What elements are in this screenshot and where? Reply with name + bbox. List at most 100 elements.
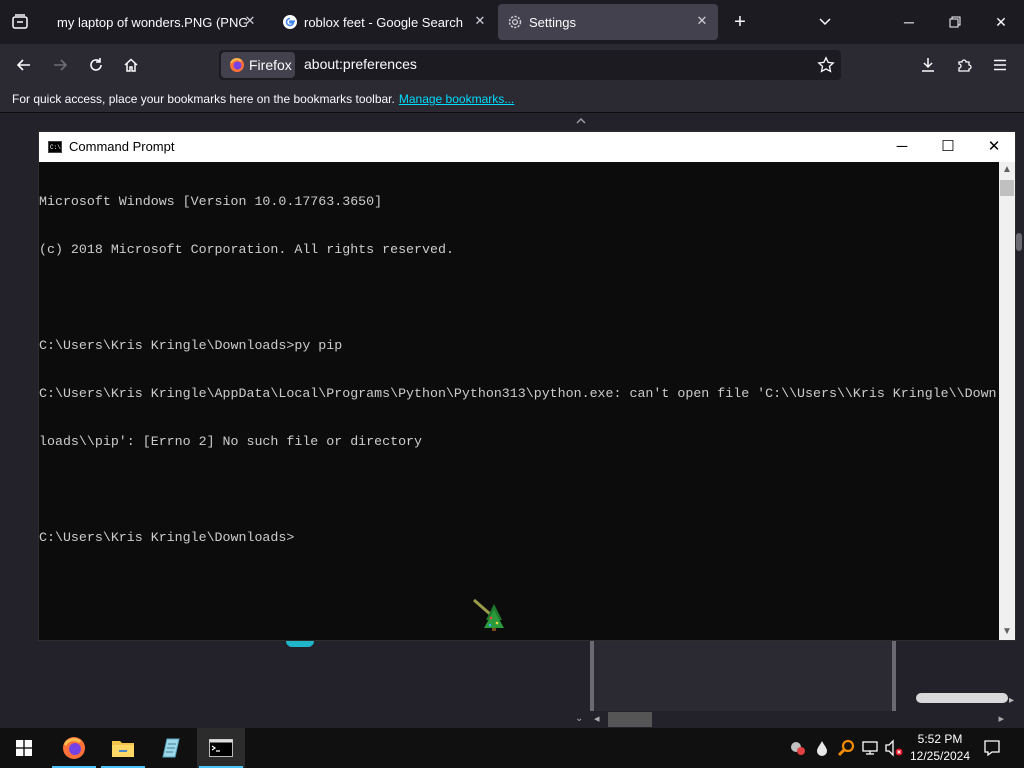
puzzle-icon bbox=[958, 59, 972, 72]
background-scroll-arrow-right[interactable]: ▸ bbox=[1009, 695, 1014, 706]
tab-settings[interactable]: Settings ✕ bbox=[498, 4, 718, 40]
tab-label: my laptop of wonders.PNG (PNG Im bbox=[57, 14, 247, 30]
firefox-logo-icon bbox=[230, 58, 244, 72]
arrow-left-icon bbox=[16, 59, 30, 71]
firefox-logo-icon bbox=[63, 737, 85, 759]
clock-time: 5:52 PM bbox=[917, 732, 963, 746]
start-button[interactable] bbox=[0, 728, 48, 768]
cmd-close-button[interactable]: ✕ bbox=[971, 132, 1017, 162]
tray-tools-icon[interactable] bbox=[788, 738, 808, 758]
close-icon[interactable]: ✕ bbox=[472, 13, 488, 29]
back-button[interactable] bbox=[10, 51, 38, 79]
chevron-down-icon bbox=[819, 18, 831, 26]
tray-drop-icon[interactable] bbox=[812, 738, 832, 758]
cmd-icon bbox=[209, 739, 233, 757]
background-teal-shape bbox=[286, 641, 314, 647]
url-text[interactable]: about:preferences bbox=[304, 56, 417, 72]
console-line: (c) 2018 Microsoft Corporation. All righ… bbox=[39, 242, 454, 257]
water-drop-icon bbox=[817, 741, 827, 756]
gear-icon bbox=[508, 15, 522, 29]
notepad-icon bbox=[162, 738, 180, 758]
firefox-view-icon bbox=[12, 14, 28, 29]
tray-network-icon[interactable] bbox=[860, 738, 880, 758]
tray-volume-icon[interactable] bbox=[884, 738, 904, 758]
menu-button[interactable] bbox=[986, 51, 1014, 79]
volume-muted-icon bbox=[885, 739, 903, 757]
taskbar-command-prompt[interactable] bbox=[197, 728, 245, 768]
bookmarks-message-text: For quick access, place your bookmarks h… bbox=[12, 92, 395, 106]
identity-label: Firefox bbox=[249, 57, 292, 73]
extensions-button[interactable] bbox=[950, 51, 978, 79]
cmd-minimize-button[interactable]: ─ bbox=[879, 132, 925, 162]
hamburger-icon bbox=[994, 59, 1006, 71]
cmd-maximize-button[interactable]: ☐ bbox=[925, 132, 971, 162]
taskbar-notepad[interactable] bbox=[148, 728, 196, 768]
home-button[interactable] bbox=[117, 51, 145, 79]
bookmarks-message: For quick access, place your bookmarks h… bbox=[12, 92, 514, 106]
clock-date: 12/25/2024 bbox=[909, 749, 971, 763]
console-prompt-line[interactable]: C:\Users\Kris Kringle\Downloads> bbox=[39, 530, 1001, 546]
notification-icon bbox=[984, 740, 1000, 757]
scroll-down-indicator: ⌄ bbox=[575, 713, 584, 724]
bookmarks-toolbar: For quick access, place your bookmarks h… bbox=[0, 86, 1024, 113]
tab-image[interactable]: my laptop of wonders.PNG (PNG Im ✕ bbox=[44, 4, 266, 40]
minimize-button[interactable]: ─ bbox=[886, 0, 932, 44]
google-icon bbox=[283, 15, 297, 29]
horizontal-scrollbar[interactable]: ◂ ▸ bbox=[590, 711, 1008, 728]
restore-icon bbox=[949, 16, 961, 28]
new-tab-button[interactable]: + bbox=[718, 0, 762, 44]
url-bar[interactable]: Firefox about:preferences bbox=[219, 50, 841, 80]
bookmark-star-button[interactable] bbox=[817, 56, 835, 79]
taskbar: 5:52 PM 12/25/2024 bbox=[0, 728, 1024, 768]
christmas-tree-cursor-icon bbox=[473, 598, 504, 631]
tab-label: Settings bbox=[529, 14, 576, 30]
list-all-tabs-button[interactable] bbox=[802, 0, 848, 44]
folder-icon bbox=[112, 741, 134, 757]
tab-google-search[interactable]: roblox feet - Google Search ✕ bbox=[274, 4, 496, 40]
command-prompt-window[interactable]: C:\ Command Prompt ─ ☐ ✕ Microsoft Windo… bbox=[38, 131, 1016, 641]
star-icon bbox=[817, 56, 835, 73]
tray-search-icon[interactable] bbox=[836, 738, 856, 758]
scroll-up-icon[interactable]: ▲ bbox=[999, 162, 1015, 178]
close-icon[interactable]: ✕ bbox=[694, 13, 710, 29]
scroll-thumb[interactable] bbox=[608, 712, 652, 727]
tab-label: roblox feet - Google Search bbox=[304, 14, 463, 30]
tools-icon bbox=[791, 742, 805, 755]
console-line: C:\Users\Kris Kringle\Downloads>py pip bbox=[39, 338, 343, 353]
tab-bar: my laptop of wonders.PNG (PNG Im ✕ roblo… bbox=[0, 0, 1024, 44]
taskbar-file-explorer[interactable] bbox=[99, 728, 147, 768]
background-panel bbox=[590, 641, 896, 711]
network-icon bbox=[862, 741, 878, 755]
reload-button[interactable] bbox=[82, 51, 110, 79]
cmd-title-bar[interactable]: C:\ Command Prompt ─ ☐ ✕ bbox=[39, 132, 1015, 162]
scroll-right-icon[interactable]: ▸ bbox=[998, 712, 1004, 725]
restore-button[interactable] bbox=[932, 0, 978, 44]
magnifier-icon bbox=[837, 739, 855, 757]
manage-bookmarks-link[interactable]: Manage bookmarks... bbox=[399, 92, 514, 106]
console-line: loads\\pip': [Errno 2] No such file or d… bbox=[39, 434, 423, 449]
taskbar-firefox[interactable] bbox=[50, 728, 98, 768]
identity-box[interactable]: Firefox bbox=[221, 52, 295, 78]
page-scrollbar[interactable] bbox=[1016, 233, 1022, 251]
action-center-button[interactable] bbox=[968, 728, 1016, 768]
console-output[interactable]: Microsoft Windows [Version 10.0.17763.36… bbox=[39, 162, 1001, 640]
cmd-scroll-thumb[interactable] bbox=[1000, 180, 1014, 196]
close-window-button[interactable]: ✕ bbox=[978, 0, 1024, 44]
cmd-icon: C:\ bbox=[48, 141, 62, 153]
home-icon bbox=[124, 58, 138, 72]
downloads-button[interactable] bbox=[914, 51, 942, 79]
console-line: Microsoft Windows [Version 10.0.17763.36… bbox=[39, 194, 383, 209]
scroll-left-icon[interactable]: ◂ bbox=[594, 712, 600, 725]
close-icon[interactable]: ✕ bbox=[242, 13, 258, 29]
reload-icon bbox=[90, 58, 102, 71]
firefox-view-button[interactable] bbox=[6, 8, 34, 36]
cmd-scrollbar[interactable]: ▲ ▼ bbox=[999, 162, 1015, 640]
forward-button[interactable] bbox=[46, 51, 74, 79]
taskbar-clock[interactable]: 5:52 PM 12/25/2024 bbox=[906, 731, 974, 765]
windows-logo-icon bbox=[16, 740, 32, 756]
download-icon bbox=[922, 58, 934, 72]
console-line: C:\Users\Kris Kringle\AppData\Local\Prog… bbox=[39, 386, 997, 401]
scroll-down-icon[interactable]: ▼ bbox=[999, 624, 1015, 640]
